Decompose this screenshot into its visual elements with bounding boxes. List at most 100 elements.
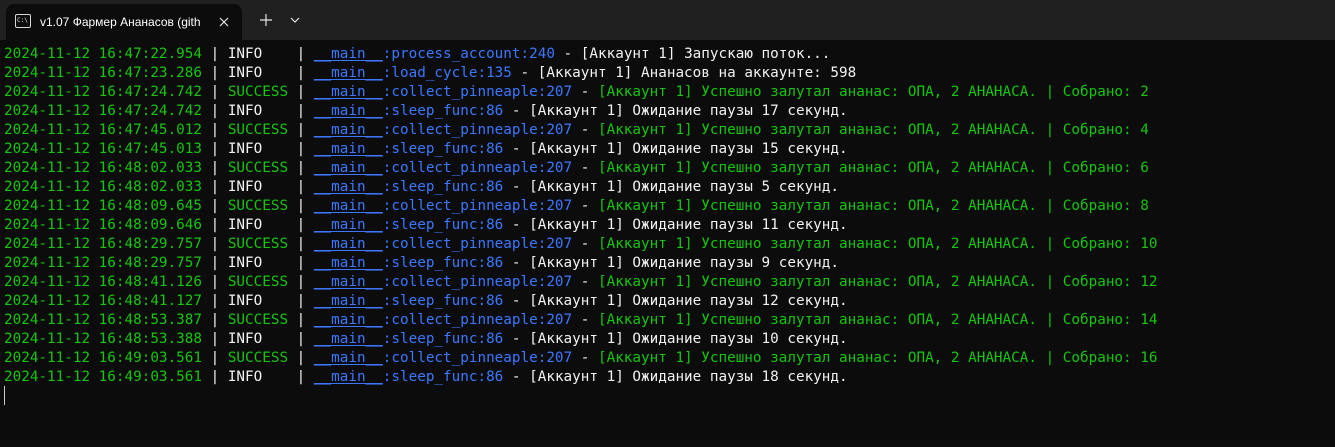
separator: | [201, 46, 228, 62]
separator: | [288, 84, 314, 100]
log-line-number: 86 [486, 103, 504, 119]
log-module: __main__ [313, 217, 383, 233]
log-module: __main__ [313, 65, 383, 81]
log-message: [Аккаунт 1] Ожидание паузы 9 секунд. [529, 255, 839, 271]
dash: - [503, 103, 530, 119]
log-line: 2024-11-12 16:48:09.645 | SUCCESS | __ma… [4, 197, 1157, 216]
log-timestamp: 2024-11-12 16:49:03.561 [4, 369, 202, 385]
dash: - [572, 122, 598, 138]
dash: - [572, 84, 598, 100]
new-tab-button[interactable] [252, 8, 280, 32]
colon: : [477, 369, 487, 385]
log-level: INFO [227, 141, 289, 157]
log-message: [Аккаунт 1] Успешно залутал ананас: ОПА,… [597, 236, 1158, 252]
close-tab-button[interactable] [214, 12, 234, 32]
log-line-number: 86 [486, 293, 504, 309]
separator: | [201, 293, 228, 309]
separator: | [201, 331, 228, 347]
log-timestamp: 2024-11-12 16:48:09.645 [4, 198, 202, 214]
separator: | [201, 312, 228, 328]
log-function: load_cycle [391, 65, 478, 81]
log-timestamp: 2024-11-12 16:48:53.387 [4, 312, 202, 328]
log-function: collect_pinneaple [391, 236, 538, 252]
dash: - [503, 141, 530, 157]
log-message: [Аккаунт 1] Ананасов на аккаунте: 598 [537, 65, 857, 81]
log-line: 2024-11-12 16:48:29.757 | INFO | __main_… [4, 254, 1157, 273]
log-module: __main__ [313, 122, 383, 138]
separator: | [288, 350, 314, 366]
colon: : [477, 179, 487, 195]
log-function: collect_pinneaple [391, 198, 538, 214]
log-level: SUCCESS [227, 274, 289, 290]
log-message: [Аккаунт 1] Успешно залутал ананас: ОПА,… [597, 84, 1149, 100]
plus-icon [260, 14, 272, 26]
separator: | [201, 198, 228, 214]
separator: | [201, 350, 228, 366]
log-line-number: 207 [546, 122, 573, 138]
log-line: 2024-11-12 16:47:24.742 | SUCCESS | __ma… [4, 83, 1157, 102]
log-message: [Аккаунт 1] Успешно залутал ананас: ОПА,… [597, 350, 1158, 366]
log-module: __main__ [313, 255, 383, 271]
log-message: [Аккаунт 1] Запускаю поток... [580, 46, 831, 62]
separator: | [201, 65, 228, 81]
log-timestamp: 2024-11-12 16:48:29.757 [4, 255, 202, 271]
log-line-number: 207 [546, 84, 573, 100]
log-line-number: 86 [486, 179, 504, 195]
log-line: 2024-11-12 16:48:02.033 | SUCCESS | __ma… [4, 159, 1157, 178]
dash: - [572, 350, 598, 366]
log-line-number: 86 [486, 255, 504, 271]
dash: - [572, 160, 598, 176]
log-line-number: 86 [486, 141, 504, 157]
log-module: __main__ [313, 84, 383, 100]
log-module: __main__ [313, 236, 383, 252]
separator: | [201, 122, 228, 138]
log-level: INFO [227, 179, 289, 195]
separator: | [201, 274, 228, 290]
log-timestamp: 2024-11-12 16:48:53.388 [4, 331, 202, 347]
separator: | [288, 46, 314, 62]
log-message: [Аккаунт 1] Ожидание паузы 18 секунд. [529, 369, 848, 385]
separator: | [288, 312, 314, 328]
log-line-number: 86 [486, 217, 504, 233]
log-message: [Аккаунт 1] Ожидание паузы 12 секунд. [529, 293, 848, 309]
colon: : [477, 255, 487, 271]
log-module: __main__ [313, 198, 383, 214]
dash: - [503, 369, 530, 385]
log-function: sleep_func [391, 103, 478, 119]
log-timestamp: 2024-11-12 16:47:23.286 [4, 65, 202, 81]
log-line: 2024-11-12 16:47:24.742 | INFO | __main_… [4, 102, 1157, 121]
log-function: collect_pinneaple [391, 84, 538, 100]
separator: | [288, 293, 314, 309]
log-line: 2024-11-12 16:48:09.646 | INFO | __main_… [4, 216, 1157, 235]
log-message: [Аккаунт 1] Успешно залутал ананас: ОПА,… [597, 160, 1149, 176]
tab-dropdown-button[interactable] [284, 8, 306, 32]
separator: | [288, 198, 314, 214]
colon: : [477, 217, 487, 233]
log-module: __main__ [313, 103, 383, 119]
dash: - [503, 331, 530, 347]
log-line: 2024-11-12 16:48:29.757 | SUCCESS | __ma… [4, 235, 1157, 254]
tab-active[interactable]: C:\ v1.07 Фармер Ананасов (gith [6, 4, 242, 40]
colon: : [477, 141, 487, 157]
colon: : [520, 46, 530, 62]
log-line-number: 240 [529, 46, 555, 62]
log-module: __main__ [313, 46, 383, 62]
log-timestamp: 2024-11-12 16:48:09.646 [4, 217, 202, 233]
dash: - [503, 217, 530, 233]
log-function: collect_pinneaple [391, 350, 538, 366]
separator: | [288, 122, 314, 138]
dash: - [503, 293, 530, 309]
separator: | [288, 141, 314, 157]
log-level: SUCCESS [227, 350, 289, 366]
log-module: __main__ [313, 350, 383, 366]
log-module: __main__ [313, 160, 383, 176]
separator: | [201, 179, 228, 195]
console-output[interactable]: 2024-11-12 16:47:22.954 | INFO | __main_… [0, 40, 1335, 447]
log-timestamp: 2024-11-12 16:49:03.561 [4, 350, 202, 366]
dash: - [511, 65, 538, 81]
log-module: __main__ [313, 293, 383, 309]
dash: - [572, 274, 598, 290]
log-message: [Аккаунт 1] Ожидание паузы 10 секунд. [529, 331, 848, 347]
terminal-window: C:\ v1.07 Фармер Ананасов (gith 2024-11-… [0, 0, 1335, 447]
log-line-number: 207 [546, 198, 573, 214]
